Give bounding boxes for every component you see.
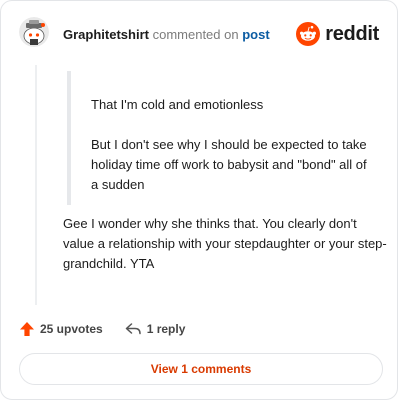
thread-line[interactable] — [35, 65, 37, 305]
comment-actions: 25 upvotes 1 reply — [19, 319, 185, 339]
avatar[interactable] — [19, 17, 49, 47]
view-comments-button[interactable]: View 1 comments — [19, 353, 383, 385]
reply-count: 1 reply — [146, 322, 186, 336]
reply-arrow-icon — [125, 323, 141, 335]
quoted-text: That I'm cold and emotionless But I don'… — [67, 71, 367, 205]
snoo-avatar-icon — [19, 17, 49, 47]
upvote-count: 25 upvotes — [40, 322, 103, 336]
upvote-button[interactable]: 25 upvotes — [19, 321, 103, 337]
reddit-snoo-icon — [296, 22, 321, 46]
commented-on-text: commented on — [152, 27, 239, 42]
quote-paragraph: But I don't see why I should be expected… — [91, 137, 367, 192]
quote-paragraph: That I'm cold and emotionless — [91, 97, 264, 112]
post-link[interactable]: post — [242, 27, 269, 42]
reply-button[interactable]: 1 reply — [125, 321, 186, 337]
upvote-arrow-icon — [20, 322, 34, 336]
comment-header: Graphitetshirt commented on post reddit — [1, 1, 397, 63]
comment-author-line: Graphitetshirt commented on post — [63, 27, 270, 42]
brand-wordmark: reddit — [325, 22, 379, 45]
username-link[interactable]: Graphitetshirt — [63, 27, 149, 42]
comment-body: Gee I wonder why she thinks that. You cl… — [63, 216, 387, 271]
reddit-logo[interactable]: reddit — [296, 21, 379, 47]
comment-card: Graphitetshirt commented on post reddit … — [0, 0, 398, 400]
